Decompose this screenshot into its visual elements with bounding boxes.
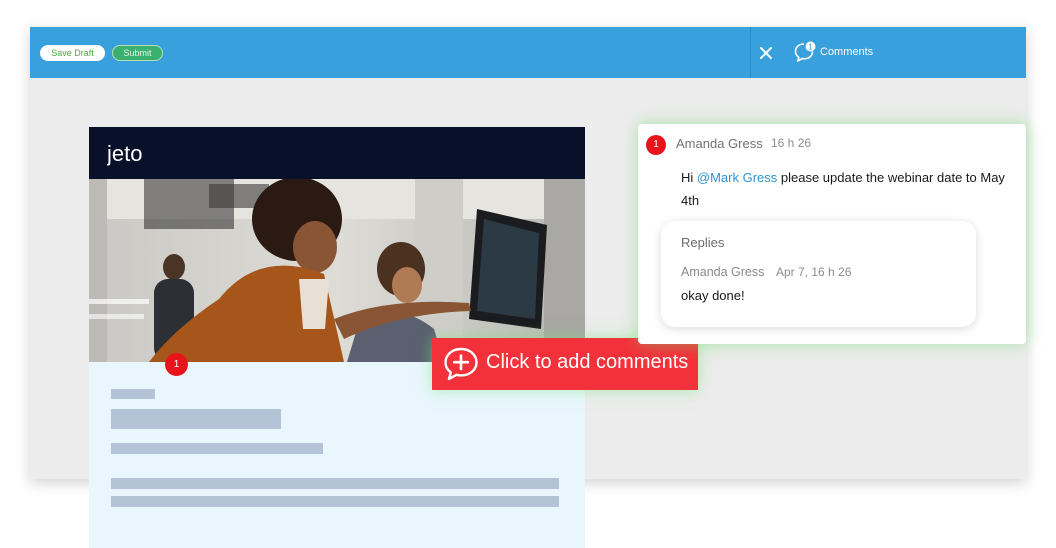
comment-time: 16 h 26: [771, 136, 812, 150]
toolbar-divider: [750, 27, 751, 78]
placeholder-line: [111, 443, 323, 454]
comment-text-start: Hi: [681, 170, 697, 185]
hero-image: [89, 179, 585, 362]
add-comment-label: Click to add comments: [486, 351, 689, 373]
comment-text: Hi @Mark Gress please update the webinar…: [681, 166, 1011, 212]
placeholder-line: [111, 496, 559, 507]
reply-text: okay done!: [681, 288, 745, 303]
logo-text: jeto: [107, 141, 142, 166]
jeto-logo: jeto: [107, 141, 142, 166]
comment-bubble-icon: 1: [794, 41, 816, 62]
placeholder-line: [111, 389, 155, 399]
user-mention-link[interactable]: @Mark Gress: [697, 170, 777, 185]
comment-thread[interactable]: 1 Amanda Gress 16 h 26 Hi @Mark Gress pl…: [638, 124, 1026, 344]
add-comment-icon: [444, 347, 478, 381]
add-comment-button[interactable]: Click to add comments: [432, 338, 698, 390]
placeholder-line: [111, 478, 559, 489]
replies-card: Replies Amanda Gress Apr 7, 16 h 26 okay…: [661, 221, 976, 327]
submit-button[interactable]: Submit: [112, 45, 163, 61]
comments-count-text: 1: [808, 43, 813, 52]
save-draft-button[interactable]: Save Draft: [40, 45, 105, 61]
placeholder-line: [111, 409, 281, 429]
reply-time: Apr 7, 16 h 26: [776, 265, 852, 279]
email-header: jeto: [89, 127, 585, 179]
toolbar: Save Draft Submit 1 Comments: [30, 27, 1026, 78]
comment-number-badge: 1: [646, 135, 666, 155]
reply-author: Amanda Gress: [681, 265, 765, 279]
close-icon: [760, 47, 772, 59]
comment-author: Amanda Gress: [676, 136, 763, 151]
comments-label: Comments: [820, 46, 874, 58]
comment-pin[interactable]: 1: [165, 353, 188, 376]
replies-title: Replies: [681, 235, 725, 250]
close-button[interactable]: [756, 43, 776, 63]
